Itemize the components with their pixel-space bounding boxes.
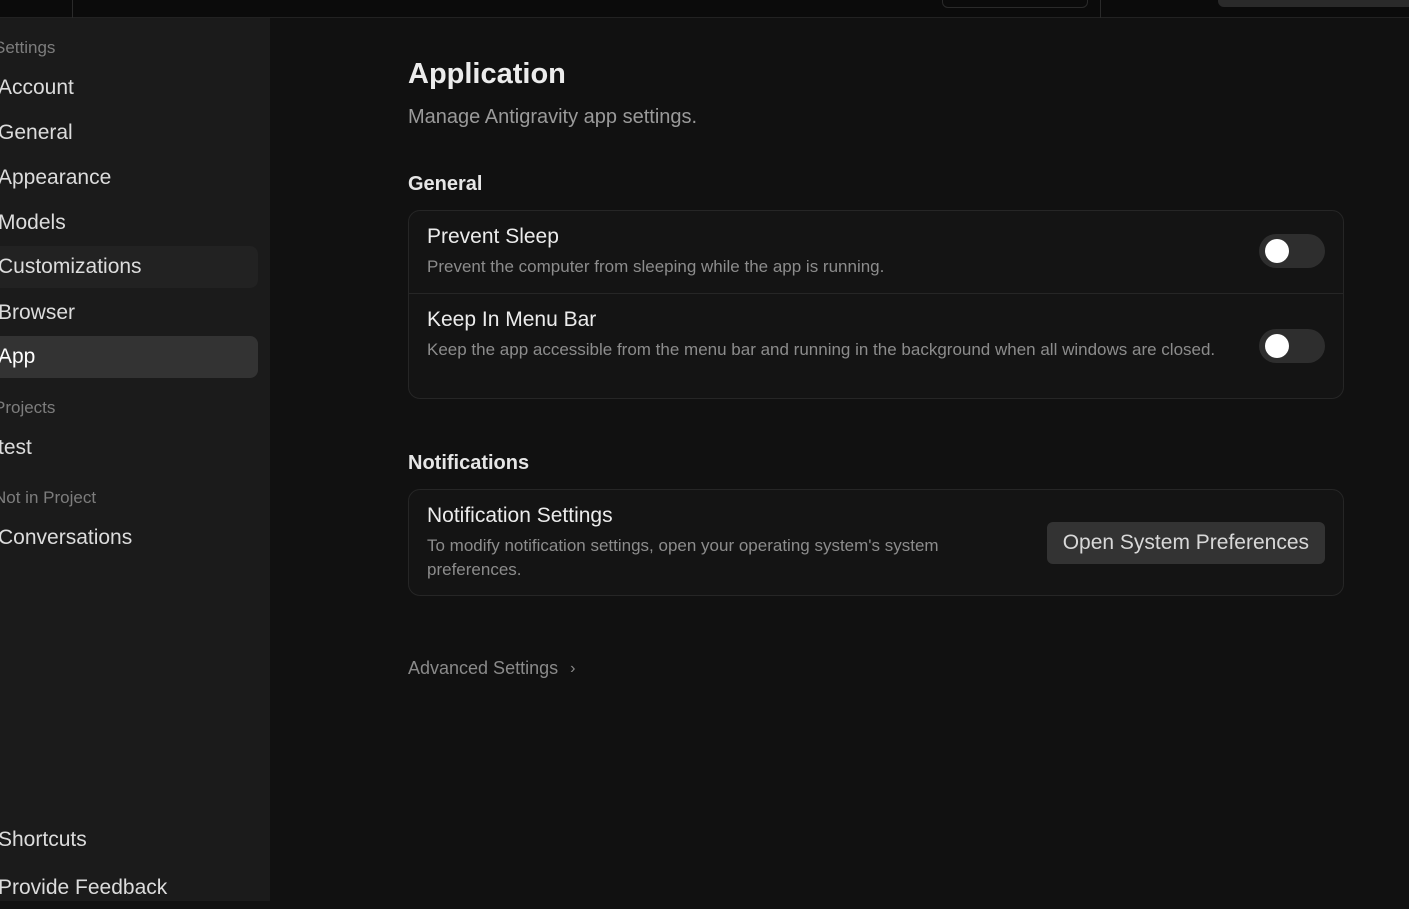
keep-in-menu-bar-toggle[interactable] <box>1259 329 1325 363</box>
title-bar-search[interactable] <box>1218 0 1409 7</box>
open-system-preferences-button[interactable]: Open System Preferences <box>1046 522 1325 564</box>
sidebar-item-browser[interactable]: Browser <box>0 292 258 334</box>
title-bar-divider <box>1100 0 1101 18</box>
toggle-knob <box>1265 239 1289 263</box>
title-bar-divider <box>72 0 73 18</box>
settings-content: Application Manage Antigravity app setti… <box>270 18 1409 901</box>
sidebar-group-not-in-project: Not in Project <box>0 488 97 507</box>
setting-description: Keep the app accessible from the menu ba… <box>427 340 1216 359</box>
sidebar-item-provide-feedback[interactable]: Provide Feedback <box>0 867 258 909</box>
setting-title: Prevent Sleep <box>427 225 559 248</box>
sidebar-item-project-test[interactable]: test <box>0 427 258 469</box>
settings-sidebar: Settings Account General Appearance Mode… <box>0 18 270 901</box>
setting-row-notification-settings: Notification Settings To modify notifica… <box>409 490 1343 595</box>
sidebar-item-account[interactable]: Account <box>0 67 258 109</box>
setting-description: Prevent the computer from sleeping while… <box>427 257 885 276</box>
notifications-card: Notification Settings To modify notifica… <box>408 489 1344 596</box>
title-bar <box>0 0 1409 18</box>
section-title-notifications: Notifications <box>408 452 530 474</box>
advanced-settings-label: Advanced Settings <box>408 658 559 678</box>
sidebar-item-appearance[interactable]: Appearance <box>0 157 258 199</box>
sidebar-item-models[interactable]: Models <box>0 202 258 244</box>
page-subtitle: Manage Antigravity app settings. <box>408 106 698 128</box>
sidebar-item-conversations[interactable]: Conversations <box>0 517 258 559</box>
toggle-knob <box>1265 334 1289 358</box>
page-title: Application <box>408 58 566 90</box>
title-bar-control[interactable] <box>942 0 1088 8</box>
sidebar-group-projects: Projects <box>0 398 56 417</box>
setting-row-keep-in-menu-bar: Keep In Menu Bar Keep the app accessible… <box>409 293 1343 399</box>
section-title-general: General <box>408 173 483 195</box>
setting-row-prevent-sleep: Prevent Sleep Prevent the computer from … <box>409 211 1343 293</box>
sidebar-item-customizations[interactable]: Customizations <box>0 246 258 288</box>
sidebar-item-app[interactable]: App <box>0 336 258 378</box>
chevron-right-icon: › <box>570 659 576 677</box>
setting-description: To modify notification settings, open yo… <box>427 536 939 579</box>
prevent-sleep-toggle[interactable] <box>1259 234 1325 268</box>
general-settings-card: Prevent Sleep Prevent the computer from … <box>408 210 1344 399</box>
advanced-settings-link[interactable]: Advanced Settings › <box>408 658 575 679</box>
sidebar-group-settings: Settings <box>0 38 56 57</box>
setting-title: Keep In Menu Bar <box>427 308 597 331</box>
sidebar-item-general[interactable]: General <box>0 112 258 154</box>
sidebar-item-shortcuts[interactable]: Shortcuts <box>0 819 258 861</box>
